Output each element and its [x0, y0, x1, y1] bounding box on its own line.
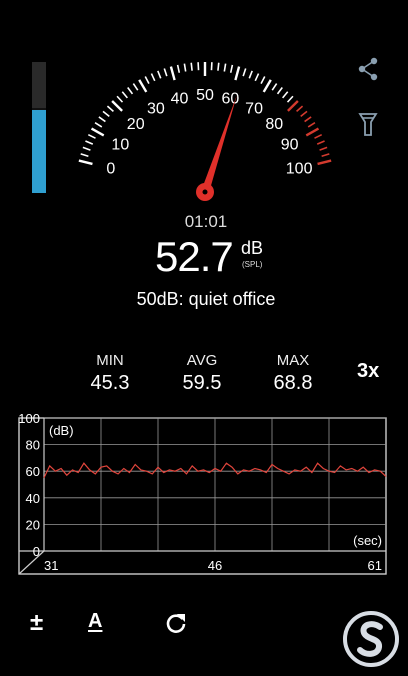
gauge-tick: [300, 110, 308, 117]
gauge-tick: [286, 95, 294, 103]
decibel-gauge: 010203040 50 60708090100: [78, 62, 332, 201]
a-weighting-icon[interactable]: A: [88, 610, 102, 633]
gauge-scale-label: 0: [106, 161, 115, 178]
max-stat: MAX 68.8: [253, 352, 333, 395]
gauge-scale-label: 50: [196, 87, 214, 104]
gauge-tick: [78, 159, 93, 166]
gauge-scale-label: 80: [265, 116, 283, 133]
gauge-tick: [98, 116, 106, 123]
chart-y-tick-label: 0: [33, 544, 40, 559]
gauge-tick: [296, 105, 304, 112]
gauge-tick: [305, 127, 320, 137]
min-value: 45.3: [90, 372, 130, 394]
gauge-tick: [248, 70, 253, 79]
gauge-tick: [307, 121, 316, 128]
gauge-tick: [94, 121, 103, 128]
gauge-scale-label: 90: [281, 137, 299, 154]
gauge-scale-label: 30: [147, 100, 165, 117]
reset-icon[interactable]: [164, 611, 188, 635]
gauge-tick: [157, 70, 162, 79]
noise-description: 50dB: quiet office: [136, 289, 276, 309]
plus-minus-icon[interactable]: ±: [30, 609, 43, 637]
history-chart: 0 20 40 60 80 100 31 46 61 (dB) (sec): [18, 414, 387, 575]
gauge-tick: [254, 73, 260, 82]
gauge-tick: [217, 62, 220, 71]
gauge-tick: [176, 64, 181, 73]
gauge-tick: [223, 63, 227, 72]
chart-x-axis-label: (sec): [353, 533, 382, 548]
chart-y-axis-label: (dB): [49, 423, 74, 438]
gauge-tick: [190, 62, 193, 71]
gauge-tick: [127, 86, 134, 95]
avg-stat: AVG 59.5: [162, 352, 242, 395]
gauge-tick: [260, 76, 266, 85]
gauge-scale-label: 60: [222, 90, 240, 107]
gauge-tick: [183, 63, 187, 72]
chart-y-tick-label: 100: [18, 414, 40, 426]
gauge-scale-label: 10: [111, 137, 129, 154]
gauge-tick: [316, 140, 325, 145]
gauge-tick: [87, 133, 96, 139]
gauge-tick: [138, 79, 148, 93]
chart-x-tick-label: 61: [368, 558, 382, 573]
gauge-needle: [201, 95, 237, 194]
level-meter: [32, 62, 46, 193]
max-label: MAX: [276, 352, 310, 369]
min-label: MIN: [96, 352, 124, 369]
gauge-tick: [111, 100, 123, 112]
chart-y-tick-label: 40: [26, 491, 40, 506]
gauge-tick: [271, 83, 278, 91]
gauge-scale-label: 100: [286, 161, 313, 178]
chart-x-tick-label: 46: [208, 558, 222, 573]
gauge-tick: [229, 64, 234, 73]
chart-axis-corner: [18, 550, 45, 575]
gauge-tick: [150, 73, 156, 82]
avg-label: AVG: [186, 352, 218, 369]
gauge-tick: [85, 140, 94, 145]
gauge-scale-label: 40: [171, 90, 189, 107]
db-unit: dB: [241, 238, 264, 258]
gauge-tick: [121, 91, 128, 99]
gauge-tick: [282, 91, 289, 99]
zoom-toggle-button[interactable]: 3x: [357, 360, 379, 383]
gauge-tick: [163, 68, 168, 77]
gauge-tick: [106, 105, 114, 112]
max-value: 68.8: [273, 372, 313, 394]
gauge-tick: [102, 110, 110, 117]
chart-y-tick-label: 80: [26, 438, 40, 453]
level-meter-fill: [32, 110, 46, 193]
gauge-tick: [317, 159, 332, 166]
gauge-tick: [169, 66, 176, 81]
gauge-tick: [234, 66, 241, 81]
spl-label: (SPL): [242, 260, 263, 269]
current-db-value: 52.7: [155, 233, 234, 280]
gauge-scale-label: 20: [127, 116, 145, 133]
gauge-tick: [90, 127, 105, 137]
gauge-tick: [304, 116, 312, 123]
gauge-tick: [116, 95, 124, 103]
chart-y-tick-label: 20: [26, 517, 40, 532]
gauge-scale-label: 70: [245, 100, 263, 117]
min-stat: MIN 45.3: [70, 352, 150, 395]
gauge-tick: [314, 133, 323, 139]
share-icon[interactable]: [355, 56, 381, 82]
watermark-logo: [343, 611, 399, 667]
elapsed-timer: 01:01: [184, 212, 228, 231]
chart-y-tick-label: 60: [26, 464, 40, 479]
gauge-hub-center: [202, 189, 208, 195]
gauge-tick: [242, 68, 247, 77]
gauge-tick: [262, 79, 272, 93]
gauge-tick: [287, 100, 299, 112]
gauge-tick: [80, 153, 89, 158]
level-meter-peak: [32, 108, 46, 111]
avg-value: 59.5: [182, 372, 222, 394]
gauge-tick: [82, 146, 91, 151]
gauge-tick: [132, 83, 139, 91]
gauge-tick: [321, 153, 330, 158]
gauge-tick: [319, 146, 328, 151]
chart-x-tick-label: 31: [44, 558, 58, 573]
gauge-tick: [144, 76, 150, 85]
flashlight-icon[interactable]: [358, 112, 378, 138]
gauge-tick: [276, 86, 283, 95]
